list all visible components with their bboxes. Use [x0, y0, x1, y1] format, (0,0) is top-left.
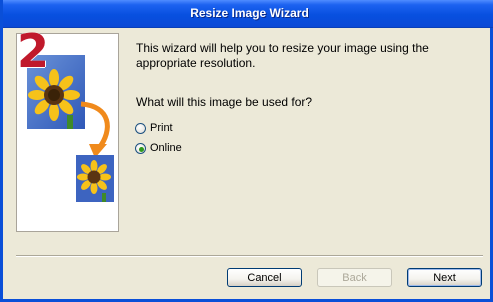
footer-separator	[16, 255, 483, 257]
step-number: 2	[17, 24, 50, 78]
radio-online[interactable]	[135, 142, 146, 154]
next-button[interactable]: Next	[407, 268, 482, 287]
option-print-label: Print	[150, 122, 173, 134]
back-button[interactable]: Back	[317, 268, 392, 287]
sunflower-small-image	[76, 155, 114, 202]
window-title: Resize Image Wizard	[190, 6, 309, 20]
usage-question: What will this image be used for?	[136, 95, 313, 109]
option-online-label: Online	[150, 142, 182, 154]
intro-text: This wizard will help you to resize your…	[136, 41, 429, 70]
wizard-window: Resize Image Wizard 2 This wizard will h…	[0, 0, 493, 302]
radio-print[interactable]	[135, 122, 146, 134]
option-online[interactable]: Online	[135, 142, 182, 154]
title-bar[interactable]: Resize Image Wizard	[3, 0, 493, 28]
curved-arrow-icon	[80, 101, 110, 158]
cancel-button[interactable]: Cancel	[227, 268, 302, 287]
wizard-illustration-panel: 2	[16, 28, 119, 232]
option-print[interactable]: Print	[135, 122, 173, 134]
